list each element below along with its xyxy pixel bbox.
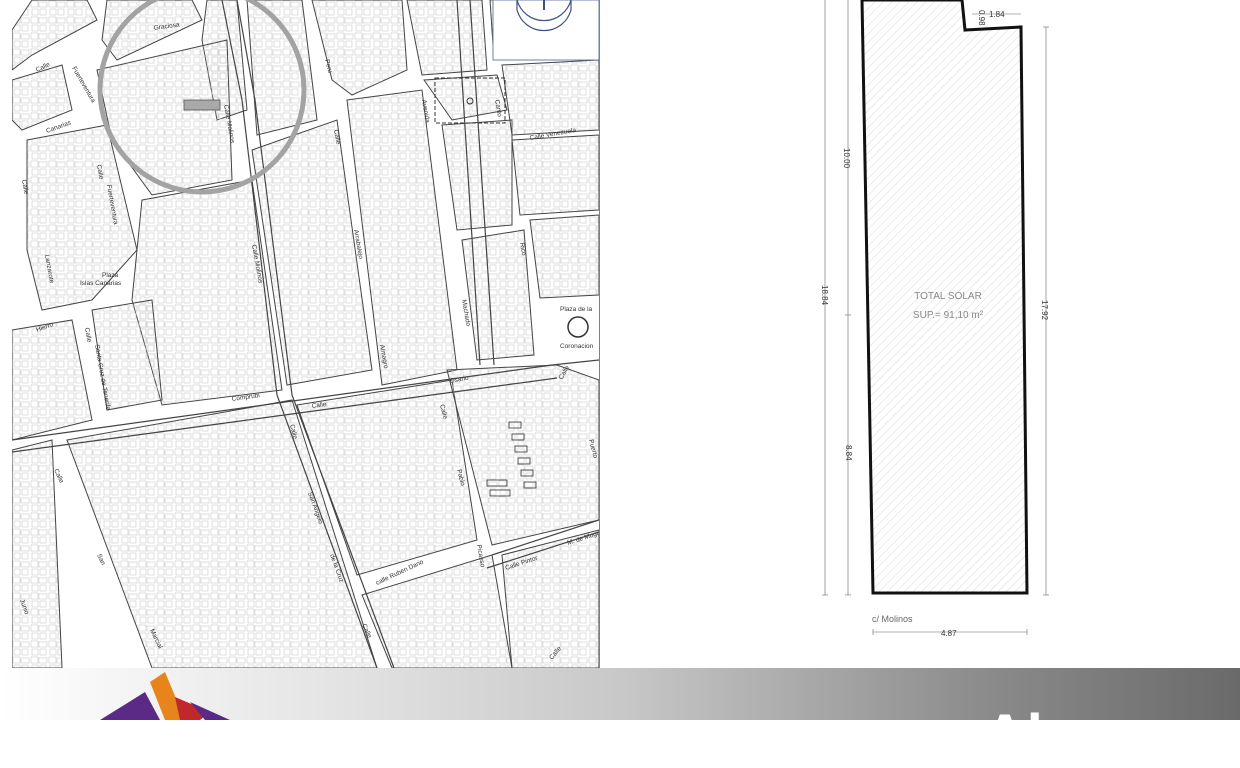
dim-right-total: 17.92 — [1040, 300, 1049, 321]
dim-bottom-width: 4.87 — [941, 629, 957, 638]
street-calle-5: Calle — [83, 327, 93, 343]
street-map: Graciosa Calle Fuerteventura Canarias Ca… — [12, 0, 599, 668]
plaza-coronacion-label-1: Plaza de la — [560, 306, 593, 313]
street-fuerteventura-1: Fuerteventura — [70, 66, 96, 105]
plot-title: TOTAL SOLAR — [914, 291, 982, 302]
dim-left-lower: 8.84 — [844, 445, 853, 461]
dim-left-total: 18.84 — [820, 285, 829, 306]
plaza-coronacion-circle — [567, 316, 589, 338]
street-san: San — [95, 553, 106, 567]
target-plot-marker — [183, 99, 221, 111]
plaza-coronacion-label-2: Coronacion — [560, 343, 594, 350]
brand-name: Ahorra — [983, 703, 1180, 768]
dim-left-upper: 10.00 — [842, 148, 851, 169]
dim-top-step: 0.98 — [977, 10, 986, 26]
street-frontage-label: c/ Molinos — [872, 614, 913, 624]
location-map[interactable]: Graciosa Calle Fuerteventura Canarias Ca… — [12, 0, 600, 668]
plaza-islas-label-1: Plaza — [102, 272, 119, 279]
dim-top-width: 1.84 — [989, 10, 1005, 19]
plot-area: SUP.= 91,10 m² — [913, 310, 984, 321]
brand-logo-icon — [100, 672, 230, 720]
plaza-islas-label-2: Islas Canarias — [80, 280, 122, 287]
street-calle-3: Calle — [20, 179, 30, 195]
plot-plan-drawing: 0.98 1.84 10.00 18.84 8.84 17.92 4.87 TO… — [820, 0, 1049, 638]
plot-plan: 0.98 1.84 10.00 18.84 8.84 17.92 4.87 TO… — [800, 0, 1060, 660]
